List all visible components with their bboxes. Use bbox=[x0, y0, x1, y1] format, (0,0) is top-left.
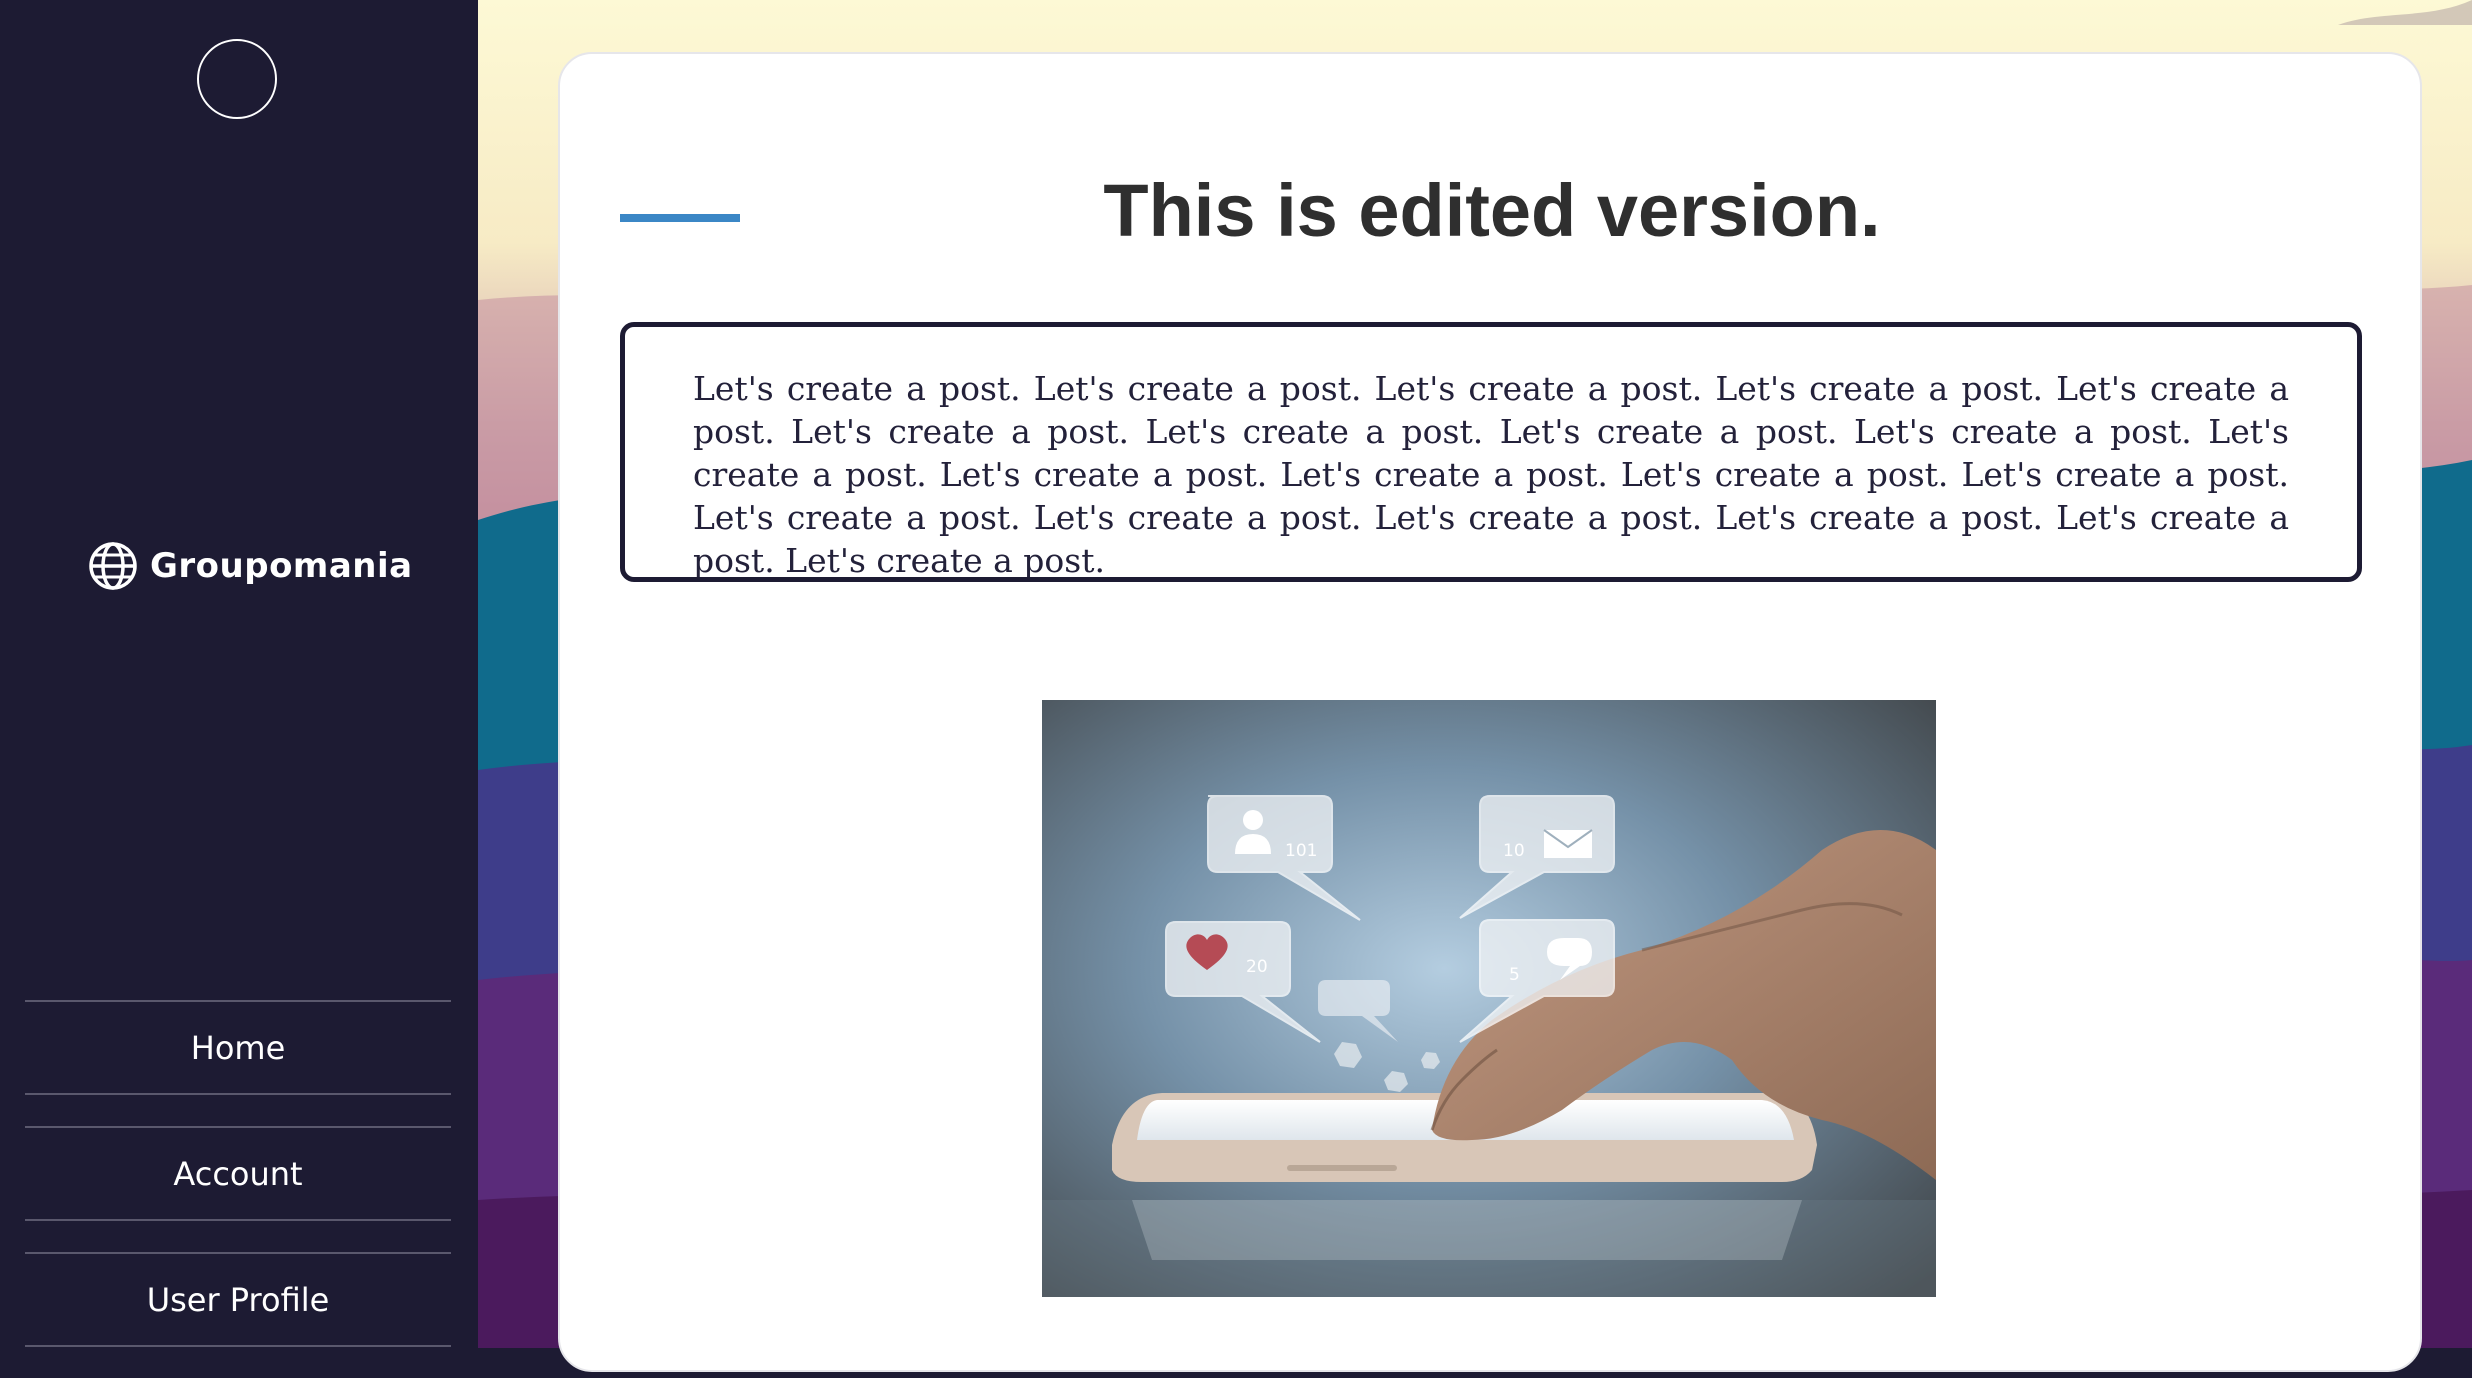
likes-count: 20 bbox=[1246, 957, 1268, 977]
brand-logo[interactable]: Groupomania bbox=[88, 540, 413, 592]
post-title: This is edited version. bbox=[1103, 169, 1881, 252]
globe-icon bbox=[89, 542, 137, 590]
sidebar: Groupomania Home Account User Profile bbox=[0, 0, 478, 1348]
post-body: Let's create a post. Let's create a post… bbox=[620, 322, 2362, 582]
nav-home[interactable]: Home bbox=[25, 1000, 451, 1095]
envelope-icon bbox=[1543, 829, 1593, 858]
comments-count: 5 bbox=[1509, 965, 1520, 985]
post-card: This is edited version. Let's create a p… bbox=[558, 52, 2422, 1372]
avatar[interactable] bbox=[197, 39, 277, 119]
nav-user-profile[interactable]: User Profile bbox=[25, 1252, 451, 1347]
mail-count: 10 bbox=[1503, 841, 1525, 861]
social-media-illustration: 101 10 20 5 bbox=[1042, 700, 1936, 1297]
profile-count: 101 bbox=[1285, 841, 1317, 861]
post-image[interactable]: 101 10 20 5 bbox=[1042, 700, 1936, 1297]
title-underline bbox=[620, 214, 740, 222]
nav-account[interactable]: Account bbox=[25, 1126, 451, 1221]
sidebar-nav: Home Account User Profile bbox=[25, 1000, 451, 1378]
brand-name: Groupomania bbox=[150, 546, 413, 586]
reflection bbox=[1132, 1200, 1802, 1260]
